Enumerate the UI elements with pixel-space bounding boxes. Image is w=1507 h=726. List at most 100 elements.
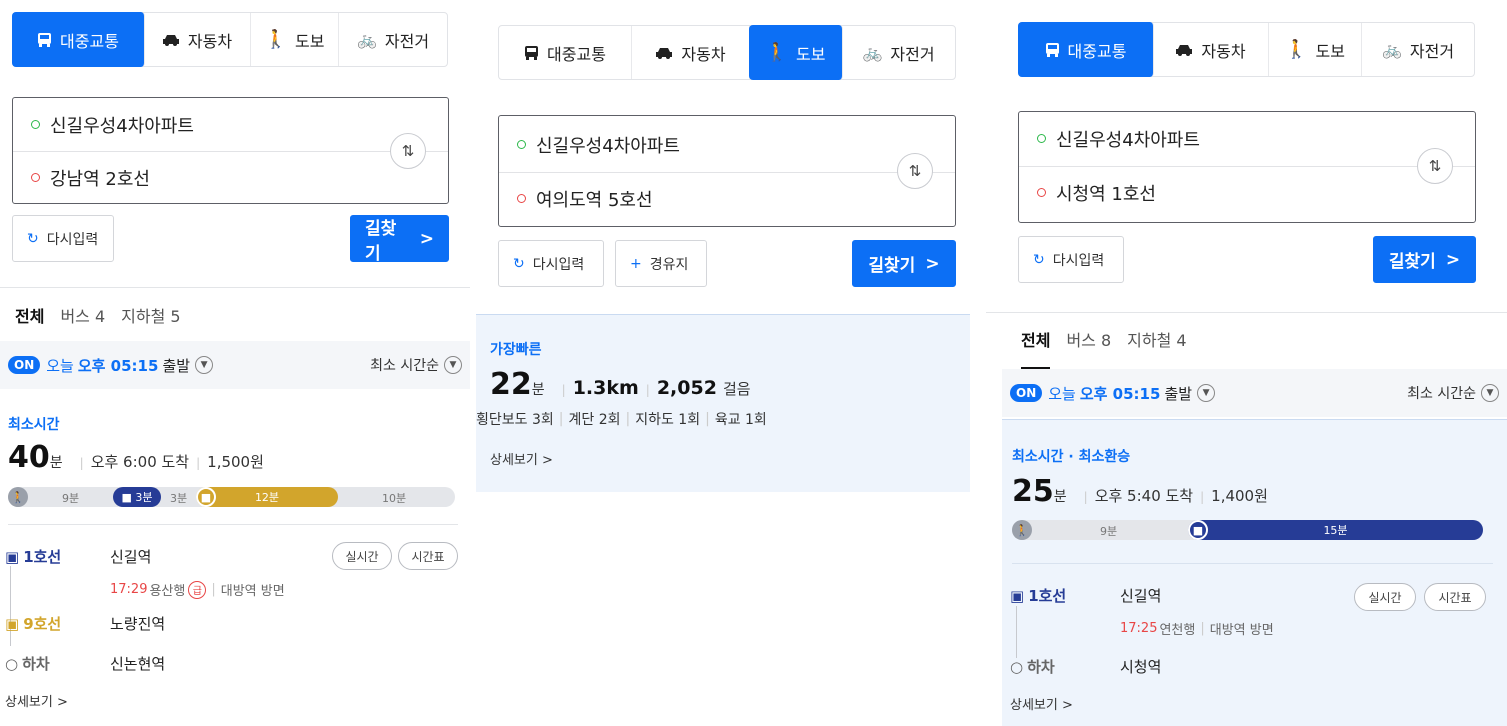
route-tag: 가장빠른 xyxy=(490,342,542,358)
mode-transit-tab[interactable]: 대중교통 xyxy=(499,26,632,79)
station-name: 노량진역 xyxy=(110,615,166,633)
detail-link[interactable]: 상세보기 > xyxy=(5,691,68,710)
bus-icon xyxy=(1045,42,1059,57)
stairs-count: 계단 2회 xyxy=(568,412,621,428)
realtime-button[interactable]: 실시간 xyxy=(1354,583,1416,611)
origin-dot-icon xyxy=(1037,134,1046,143)
chevron-down-icon: ▼ xyxy=(444,356,462,374)
underpass-count: 지하도 1회 xyxy=(635,412,701,428)
waypoint-button[interactable]: + 경유지 xyxy=(615,240,707,287)
reset-label: 다시입력 xyxy=(1052,252,1105,269)
separator: | xyxy=(196,456,201,470)
mode-walk-tab[interactable]: 🚶 도보 xyxy=(1269,23,1362,76)
timetable-button[interactable]: 시간표 xyxy=(398,542,458,570)
sort-dropdown[interactable]: 최소 시간순 ▼ xyxy=(1407,383,1499,403)
walk-icon: 🚶 xyxy=(1012,520,1032,540)
line-label: 하차 xyxy=(22,655,50,673)
route-line xyxy=(10,566,11,646)
sort-dropdown[interactable]: 최소 시간순 ▼ xyxy=(370,355,462,375)
mode-car-tab[interactable]: 자동차 xyxy=(632,26,750,79)
swap-icon[interactable]: ⇅ xyxy=(390,133,426,169)
tab-bus[interactable]: 버스 4 xyxy=(60,303,105,327)
search-button[interactable]: 길찾기 > xyxy=(350,215,449,264)
separator: | xyxy=(1083,490,1088,504)
circle-icon: ○ xyxy=(1010,657,1024,676)
duration-value: 22 xyxy=(490,367,532,402)
mode-walk-label: 도보 xyxy=(1315,41,1345,61)
origin-text: 신길우성4차아파트 xyxy=(536,135,680,157)
duration-unit: 분 xyxy=(49,455,63,471)
origin-field[interactable]: 신길우성4차아파트 xyxy=(1019,112,1475,165)
mode-walk-tab[interactable]: 🚶 도보 xyxy=(251,13,339,66)
train-info: 17:29 용산행 급 | 대방역 방면 xyxy=(110,580,285,599)
step-line-1: ▣ 1호선 xyxy=(5,546,61,567)
steps-unit: 걸음 xyxy=(722,380,751,398)
mode-transit-tab[interactable]: 대중교통 xyxy=(12,12,145,67)
mode-transit-tab[interactable]: 대중교통 xyxy=(1018,22,1154,77)
depart-time: 오후 05:15 xyxy=(77,356,159,375)
train-destination: 용산행 xyxy=(149,584,186,599)
reset-button[interactable]: ↻ 다시입력 xyxy=(1018,236,1124,283)
bike-icon: 🚲 xyxy=(1381,40,1402,59)
detail-link[interactable]: 상세보기 > xyxy=(1010,694,1073,713)
route-card[interactable]: 최소시간 · 최소환승 25 분 | 오후 5:40 도착 | 1,400원 🚶… xyxy=(1002,419,1507,726)
route-input-box: 신길우성4차아파트 여의도역 5호선 ⇅ xyxy=(498,115,956,227)
mode-walk-tab[interactable]: 🚶 도보 xyxy=(749,25,843,80)
result-tabs: 전체 버스 8 지하철 4 xyxy=(1021,327,1187,369)
destination-field[interactable]: 강남역 2호선 xyxy=(13,151,448,204)
steps-count: 2,052 xyxy=(656,377,717,399)
mode-transit-label: 대중교통 xyxy=(1067,41,1127,61)
depart-suffix: 출발 xyxy=(1164,384,1193,403)
realtime-button[interactable]: 실시간 xyxy=(332,542,392,570)
origin-field[interactable]: 신길우성4차아파트 xyxy=(499,118,955,171)
tab-all[interactable]: 전체 xyxy=(15,303,45,345)
separator: | xyxy=(558,411,564,427)
route-tag: 최소시간 · 최소환승 xyxy=(1012,449,1131,465)
walk-icon: 🚶 xyxy=(264,29,287,50)
depart-suffix: 출발 xyxy=(162,356,191,375)
route-summary: 25 분 | 오후 5:40 도착 | 1,400원 xyxy=(1012,474,1268,509)
mode-transit-label: 대중교통 xyxy=(60,31,119,51)
tab-bus[interactable]: 버스 8 xyxy=(1066,327,1111,351)
bus-segment: ■ 3분 xyxy=(113,487,161,507)
divider xyxy=(1012,563,1493,564)
reset-button[interactable]: ↻ 다시입력 xyxy=(12,215,114,262)
swap-icon[interactable]: ⇅ xyxy=(897,153,933,189)
destination-field[interactable]: 시청역 1호선 xyxy=(1019,166,1475,219)
tab-all[interactable]: 전체 xyxy=(1021,327,1051,369)
tab-subway[interactable]: 지하철 5 xyxy=(121,303,180,327)
bike-icon: 🚲 xyxy=(356,30,377,49)
origin-field[interactable]: 신길우성4차아파트 xyxy=(13,98,448,151)
subway-icon: ■ xyxy=(1188,520,1208,540)
station-name: 신논현역 xyxy=(110,655,166,673)
train-time: 17:29 xyxy=(110,582,148,597)
bus-icon xyxy=(38,32,52,47)
walk-duration: 3분 xyxy=(170,492,188,505)
mode-bike-tab[interactable]: 🚲 자전거 xyxy=(842,26,955,79)
swap-icon[interactable]: ⇅ xyxy=(1417,148,1453,184)
circle-icon: ○ xyxy=(5,654,19,673)
mode-bike-label: 자전거 xyxy=(384,31,430,51)
destination-field[interactable]: 여의도역 5호선 xyxy=(499,172,955,225)
reset-button[interactable]: ↻ 다시입력 xyxy=(498,240,604,287)
walk-route-card[interactable]: 가장빠른 22 분 | 1.3km | 2,052 걸음 횡단보도 3회 | 계… xyxy=(476,314,970,492)
walk-icon: 🚶 xyxy=(8,487,28,507)
destination-dot-icon xyxy=(517,194,526,203)
overpass-count: 육교 1회 xyxy=(714,412,767,428)
departure-time[interactable]: ON 오늘 오후 05:15 출발 ▼ xyxy=(1010,383,1216,404)
arrival-time: 오후 5:40 도착 xyxy=(1094,487,1194,505)
mode-car-tab[interactable]: 자동차 xyxy=(1153,23,1269,76)
timetable-button[interactable]: 시간표 xyxy=(1424,583,1486,611)
walk-icon: 🚶 xyxy=(765,42,788,63)
mode-bike-tab[interactable]: 🚲 자전거 xyxy=(339,13,447,66)
search-button[interactable]: 길찾기 > xyxy=(1373,236,1476,283)
reset-label: 다시입력 xyxy=(532,256,585,273)
crossing-info: 횡단보도 3회 | 계단 2회 | 지하도 1회 | 육교 1회 xyxy=(476,409,767,429)
tab-subway[interactable]: 지하철 4 xyxy=(1127,327,1186,351)
mode-bike-tab[interactable]: 🚲 자전거 xyxy=(1362,23,1474,76)
search-button[interactable]: 길찾기 > xyxy=(852,240,956,287)
mode-car-tab[interactable]: 자동차 xyxy=(144,13,251,66)
departure-time[interactable]: ON 오늘 오후 05:15 출발 ▼ xyxy=(8,355,214,376)
step-alight: ○ 하차 xyxy=(5,653,50,674)
detail-link[interactable]: 상세보기 > xyxy=(490,449,553,468)
